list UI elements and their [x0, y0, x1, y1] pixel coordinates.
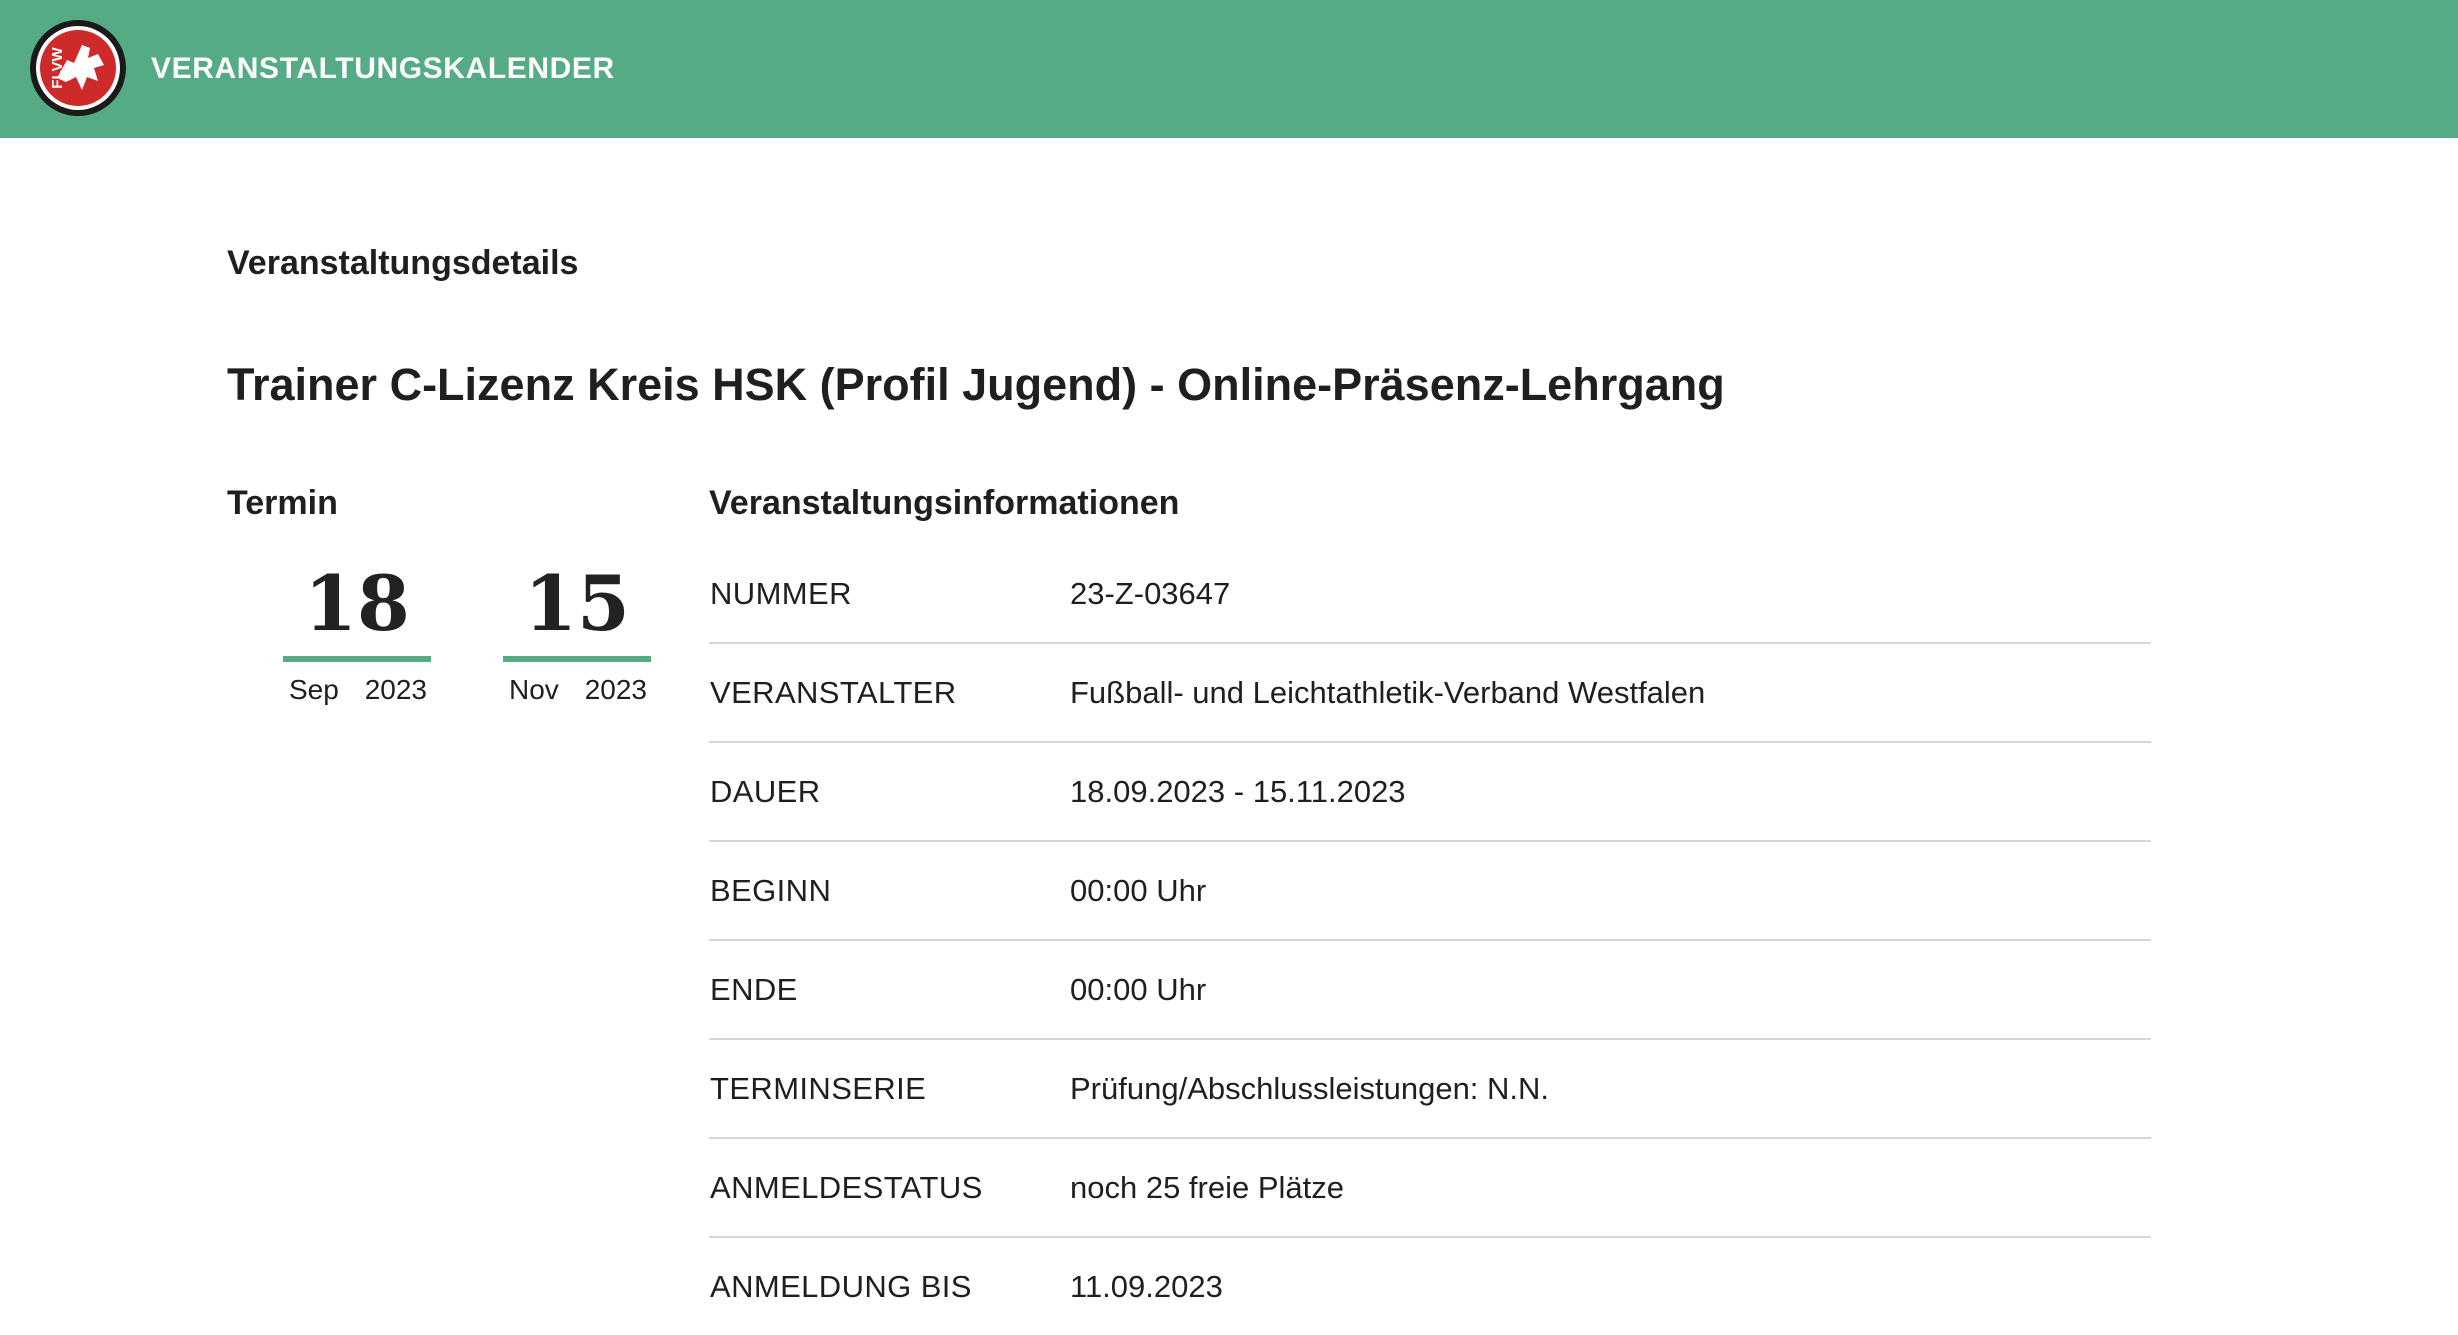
- end-day: 15: [524, 559, 630, 648]
- start-date-card: 18 Sep 2023: [283, 558, 431, 710]
- info-value: 00:00 Uhr: [1070, 972, 1207, 1007]
- termin-heading: Termin: [227, 484, 338, 522]
- info-label: VERANSTALTER: [710, 675, 957, 710]
- info-value: 11.09.2023: [1070, 1269, 1223, 1304]
- end-date-underline: [503, 656, 651, 662]
- info-value: Prüfung/Abschlussleistungen: N.N.: [1070, 1071, 1550, 1106]
- event-info-heading: Veranstaltungsinformationen: [709, 484, 1180, 522]
- info-label: NUMMER: [710, 576, 852, 611]
- info-row-anmeldestatus: ANMELDESTATUS noch 25 freie Plätze: [709, 1139, 2151, 1238]
- info-value: 00:00 Uhr: [1070, 873, 1207, 908]
- info-label: BEGINN: [710, 873, 832, 908]
- info-row-veranstalter: VERANSTALTER Fußball- und Leichtathletik…: [709, 644, 2151, 743]
- end-year: 2023: [584, 674, 647, 705]
- start-year: 2023: [364, 674, 427, 705]
- flvw-logo[interactable]: FLVW: [30, 20, 126, 116]
- info-label: ANMELDESTATUS: [710, 1170, 983, 1205]
- info-row-terminserie: TERMINSERIE Prüfung/Abschlussleistungen:…: [709, 1040, 2151, 1139]
- start-day: 18: [304, 559, 410, 648]
- info-label: ENDE: [710, 972, 798, 1007]
- section-title: Veranstaltungsdetails: [227, 244, 579, 282]
- info-value: 23-Z-03647: [1070, 576, 1231, 611]
- info-value: noch 25 freie Plätze: [1070, 1170, 1345, 1205]
- start-date-underline: [283, 656, 431, 662]
- info-row-ende: ENDE 00:00 Uhr: [709, 941, 2151, 1040]
- event-title: Trainer C-Lizenz Kreis HSK (Profil Jugen…: [227, 359, 1725, 410]
- info-value: 18.09.2023 - 15.11.2023: [1070, 774, 1406, 809]
- info-label: ANMELDUNG BIS: [710, 1269, 972, 1304]
- start-month-year: Sep 2023: [283, 670, 431, 710]
- end-month: Nov: [509, 674, 559, 705]
- info-row-anmeldung-bis: ANMELDUNG BIS 11.09.2023: [709, 1238, 2151, 1335]
- logo-lettering: FLVW: [49, 46, 66, 88]
- info-value: Fußball- und Leichtathletik-Verband West…: [1070, 675, 1706, 710]
- end-month-year: Nov 2023: [503, 670, 651, 710]
- info-row-dauer: DAUER 18.09.2023 - 15.11.2023: [709, 743, 2151, 842]
- calendar-title[interactable]: VERANSTALTUNGSKALENDER: [151, 48, 615, 90]
- start-month: Sep: [289, 674, 339, 705]
- top-bar: FLVW VERANSTALTUNGSKALENDER: [0, 0, 2458, 138]
- info-label: TERMINSERIE: [710, 1071, 927, 1106]
- end-date-card: 15 Nov 2023: [503, 558, 651, 710]
- info-row-beginn: BEGINN 00:00 Uhr: [709, 842, 2151, 941]
- info-row-nummer: NUMMER 23-Z-03647: [709, 545, 2151, 644]
- event-info-table: NUMMER 23-Z-03647 VERANSTALTER Fußball- …: [709, 545, 2151, 1335]
- flvw-logo-icon: FLVW: [31, 21, 125, 115]
- info-label: DAUER: [710, 774, 821, 809]
